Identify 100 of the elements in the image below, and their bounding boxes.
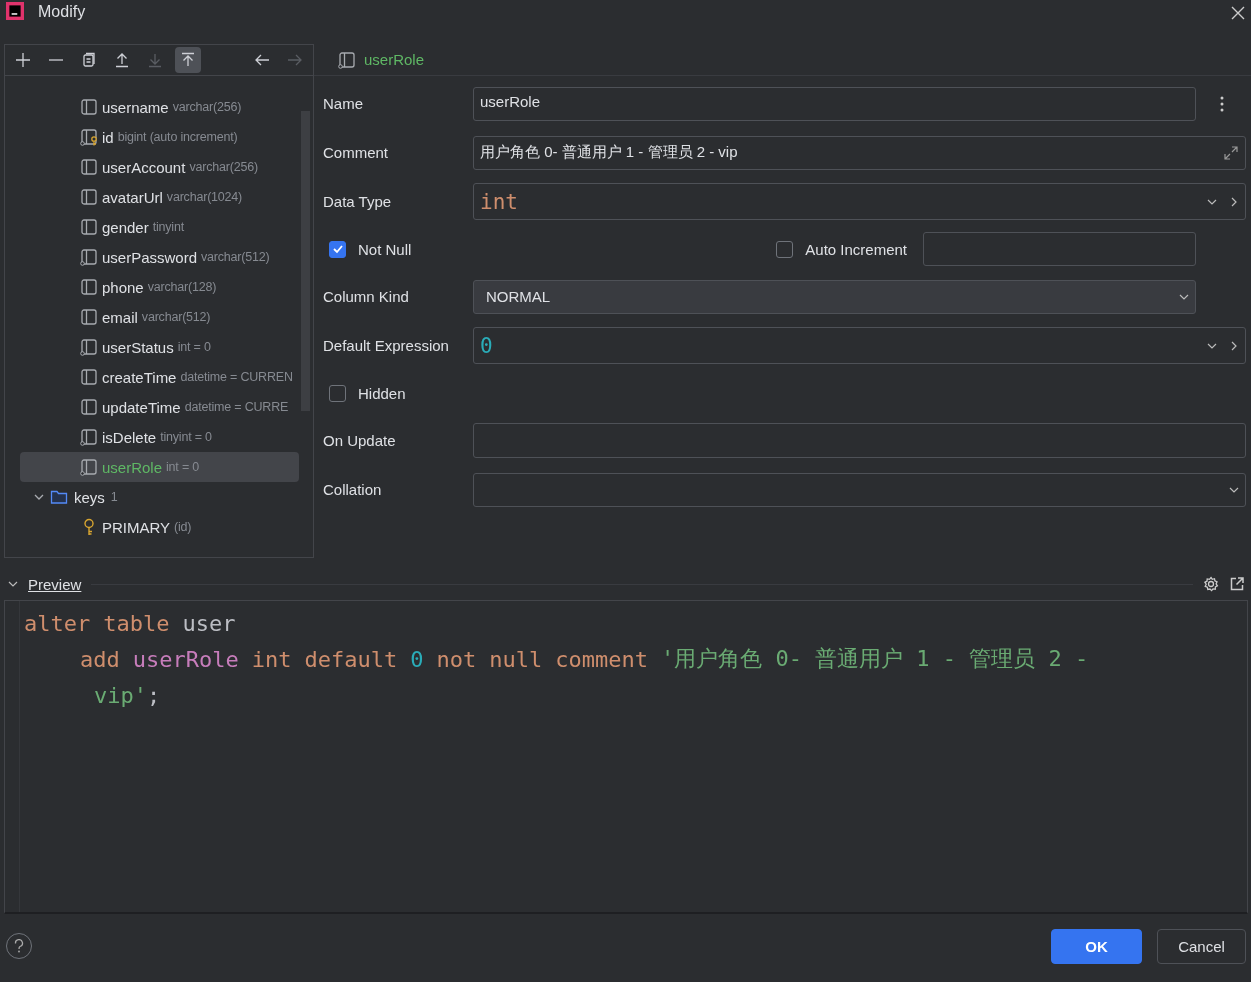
tree-item[interactable]: createTime datetime = CURREN [20, 362, 299, 392]
folder-name: keys [74, 488, 105, 506]
column-name: updateTime [102, 398, 181, 416]
column-name: id [102, 128, 114, 146]
tree-item[interactable]: phone varchar(128) [20, 272, 299, 302]
column-type: varchar(1024) [166, 190, 243, 204]
code-token: ; [147, 682, 161, 708]
column-type: datetime = CURRE [184, 400, 289, 414]
field-label: Default Expression [323, 337, 450, 354]
hidden-checkbox[interactable] [329, 384, 346, 402]
folder-count: 1 [110, 490, 118, 504]
checkbox-label: Hidden [358, 384, 406, 402]
default-expression-field[interactable]: 0 [473, 327, 1246, 364]
code-token: int [251, 646, 292, 672]
field-label: Column Kind [323, 288, 410, 305]
code-token: add [80, 646, 120, 672]
data-type-field[interactable]: int [473, 183, 1246, 220]
checkbox-label: Auto Increment [805, 240, 907, 258]
ok-button[interactable]: OK [1051, 928, 1142, 964]
column-icon [80, 158, 98, 176]
folder-icon [50, 489, 68, 505]
tree-item[interactable]: gender tinyint [20, 212, 299, 242]
code-token: '用户角色 0- 普通用户 1 - 管理员 2 - [660, 645, 1089, 673]
field-label: On Update [323, 432, 397, 449]
on-update-field[interactable] [473, 423, 1246, 458]
chevron-right-icon[interactable] [1229, 340, 1239, 351]
code-token: vip' [94, 682, 147, 708]
column-type: datetime = CURREN [180, 370, 293, 384]
column-type: varchar(512) [201, 250, 270, 264]
tree-item[interactable]: userStatus int = 0 [20, 332, 299, 362]
tree-item[interactable]: id bigint (auto increment) [20, 122, 299, 152]
column-type: int = 0 [166, 460, 200, 474]
key-column-icon [80, 128, 98, 146]
copy-icon [81, 52, 97, 68]
arrow-right-icon [287, 52, 303, 68]
window-title: Modify [38, 2, 86, 22]
column-name: isDelete [102, 428, 157, 446]
code-token: null [489, 646, 543, 672]
arrow-up-icon [114, 52, 130, 68]
code-token: table [103, 610, 170, 636]
code-token: comment [555, 646, 648, 672]
comment-field[interactable]: 用户角色 0- 普通用户 1 - 管理员 2 - vip [473, 135, 1246, 170]
tree-item[interactable]: email varchar(512) [20, 302, 299, 332]
column-icon [338, 50, 356, 69]
keys-folder[interactable]: keys 1 [20, 482, 299, 512]
arrow-down-icon [147, 52, 163, 68]
tree-item[interactable]: username varchar(256) [20, 92, 299, 122]
tree-item[interactable]: userAccount varchar(256) [20, 152, 299, 182]
tree-item[interactable]: PRIMARY (id) [20, 512, 299, 542]
collapse-chevron-icon[interactable] [8, 579, 18, 589]
column-icon [80, 188, 98, 206]
column-title: userRole [364, 51, 425, 68]
more-icon[interactable] [1220, 95, 1224, 112]
top-button[interactable] [175, 47, 201, 73]
cancel-button[interactable]: Cancel [1157, 928, 1246, 964]
column-name: email [102, 308, 138, 326]
column-type: varchar(256) [172, 100, 242, 114]
key-name: PRIMARY [102, 518, 171, 536]
arrow-to-top-icon [180, 52, 196, 68]
checkbox-label: Not Null [358, 240, 412, 258]
tree-item[interactable]: userRole int = 0 [20, 452, 299, 482]
open-external-icon[interactable] [1229, 576, 1245, 592]
preview-title[interactable]: Preview [28, 575, 82, 593]
column-icon [80, 278, 98, 296]
tree-item[interactable]: userPassword varchar(512) [20, 242, 299, 272]
column-type: varchar(512) [141, 310, 211, 324]
tree-item[interactable]: updateTime datetime = CURRE [20, 392, 299, 422]
name-field[interactable]: userRole [473, 86, 1196, 121]
column-icon [80, 458, 98, 476]
column-name: createTime [102, 368, 177, 386]
chevron-right-icon[interactable] [1229, 196, 1239, 207]
code-token: user [182, 610, 236, 636]
code-token: alter [24, 610, 91, 636]
field-label: Collation [323, 481, 383, 498]
field-label: Name [323, 95, 364, 112]
tree-item[interactable]: isDelete tinyint = 0 [20, 422, 299, 452]
code-token: default [304, 646, 398, 672]
column-name: phone [102, 278, 144, 296]
not-null-checkbox[interactable] [329, 240, 346, 258]
column-icon [80, 218, 98, 236]
column-type: varchar(128) [147, 280, 217, 294]
question-mark-icon [13, 939, 25, 953]
column-type: varchar(256) [189, 160, 258, 174]
column-name: avatarUrl [102, 188, 163, 206]
expand-icon[interactable] [1223, 144, 1239, 161]
settings-icon[interactable] [1203, 576, 1219, 592]
column-icon [80, 308, 98, 326]
field-label: Comment [323, 144, 390, 161]
column-kind-dropdown[interactable]: NORMAL [473, 279, 1196, 314]
arrow-left-icon [254, 52, 270, 68]
column-icon [80, 338, 98, 356]
code-token: userRole [132, 646, 239, 672]
plus-icon [15, 52, 31, 68]
column-name: userAccount [102, 158, 186, 176]
auto-increment-checkbox[interactable] [776, 240, 794, 258]
minus-icon [48, 59, 64, 61]
column-type: bigint (auto increment) [117, 130, 238, 144]
close-icon[interactable] [1231, 6, 1245, 20]
tree-item[interactable]: avatarUrl varchar(1024) [20, 182, 299, 212]
auto-increment-field[interactable] [923, 232, 1196, 266]
